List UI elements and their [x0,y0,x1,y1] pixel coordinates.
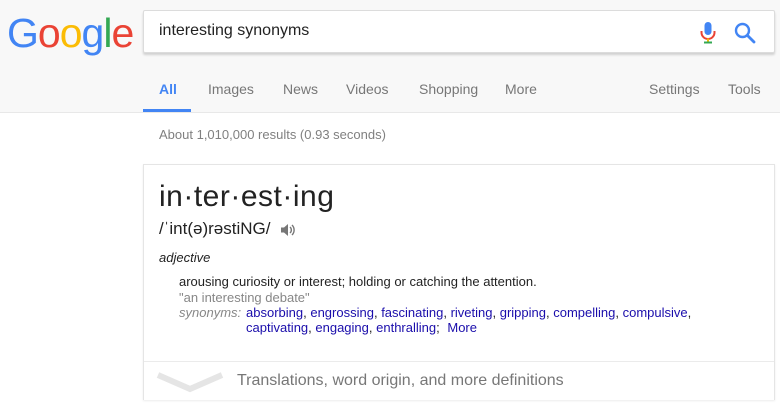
tab-more[interactable]: More [505,81,537,97]
synonym-link[interactable]: engrossing [310,305,374,320]
logo-letter: o [37,10,61,56]
search-tabs: All Images News Videos Shopping More Set… [0,76,780,112]
logo-letter: e [111,10,134,56]
synonym-link[interactable]: compulsive [623,305,688,320]
synonyms-list: absorbing, engrossing, fascinating, rive… [246,305,692,335]
more-definitions-label: Translations, word origin, and more defi… [237,372,564,389]
dictionary-word: in·ter·est·ing [159,180,335,213]
logo-letter: G [7,10,39,56]
logo-letter: g [81,10,105,56]
tab-settings[interactable]: Settings [649,81,700,97]
dictionary-card: in·ter·est·ing /ˈint(ə)rəstiNG/ adjectiv… [143,164,775,400]
synonym-link[interactable]: riveting [451,305,493,320]
google-logo[interactable]: Google [7,10,134,56]
more-definitions-expander[interactable]: Translations, word origin, and more defi… [144,361,774,400]
chevron-down-icon [156,372,224,393]
synonym-link[interactable]: gripping [500,305,546,320]
synonym-link[interactable]: compelling [553,305,615,320]
tab-shopping[interactable]: Shopping [419,81,478,97]
logo-letter: o [59,10,83,56]
synonym-link[interactable]: engaging [315,320,369,335]
header-bar: Google interesting synonyms All Images N… [0,0,780,113]
phonetic-row: /ˈint(ə)rəstiNG/ [159,219,296,239]
phonetic: /ˈint(ə)rəstiNG/ [159,219,271,238]
logo-letter: l [103,10,112,56]
synonym-link[interactable]: enthralling [376,320,436,335]
definition: arousing curiosity or interest; holding … [179,274,537,289]
tab-videos[interactable]: Videos [346,81,389,97]
synonym-link[interactable]: absorbing [246,305,303,320]
usage-example: "an interesting debate" [179,290,310,305]
synonym-link[interactable]: fascinating [381,305,443,320]
search-icon[interactable] [734,22,756,44]
synonyms-label: synonyms: [179,305,242,320]
speaker-icon[interactable] [280,222,296,238]
synonym-link[interactable]: captivating [246,320,308,335]
search-input[interactable]: interesting synonyms [143,10,775,53]
tab-news[interactable]: News [283,81,318,97]
search-query[interactable]: interesting synonyms [159,22,309,40]
tab-tools[interactable]: Tools [728,81,761,97]
active-tab-underline [143,109,191,112]
part-of-speech: adjective [159,250,211,265]
more-synonyms-link[interactable]: More [447,320,477,335]
result-stats: About 1,010,000 results (0.93 seconds) [159,127,386,142]
tab-images[interactable]: Images [208,81,254,97]
microphone-icon[interactable] [700,22,716,44]
tab-all[interactable]: All [159,81,177,97]
